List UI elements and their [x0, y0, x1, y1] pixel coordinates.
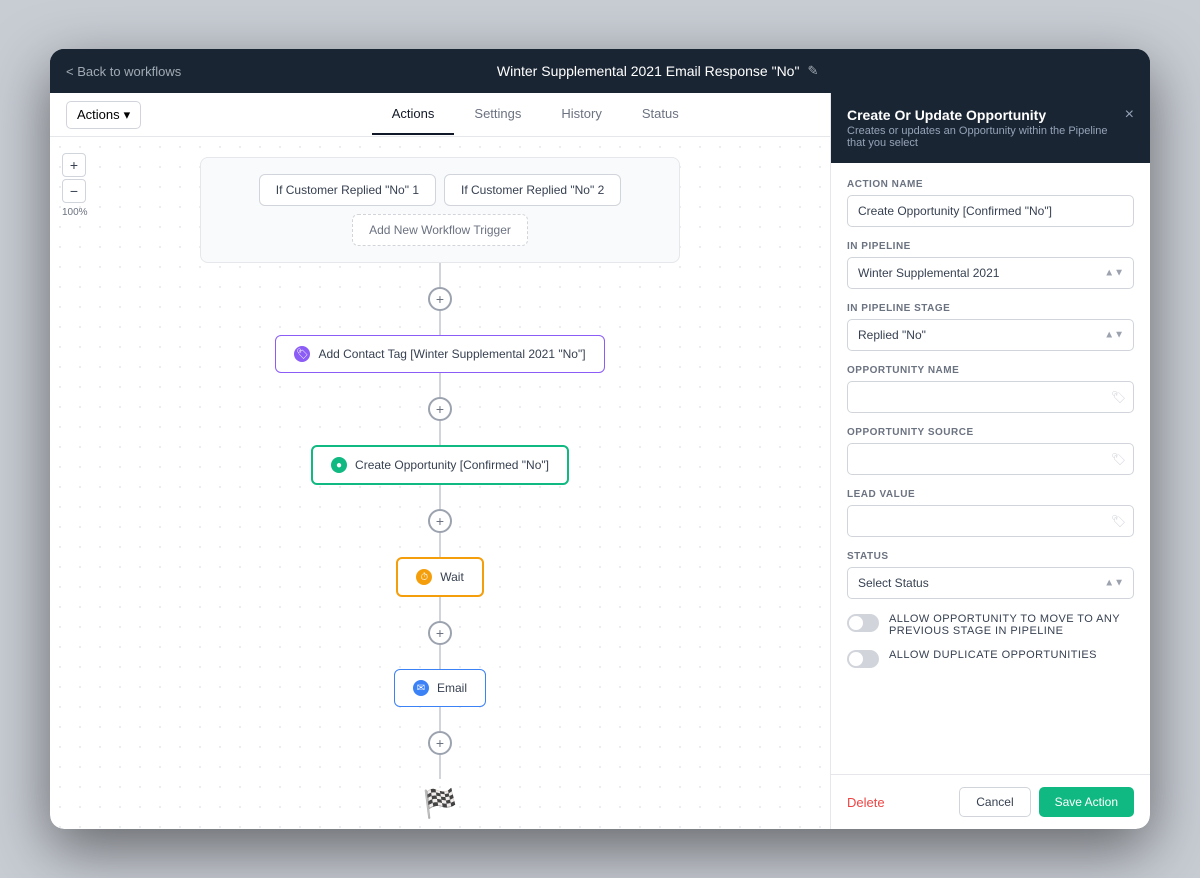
action-name-label: ACTION NAME [847, 179, 1134, 190]
opportunity-name-tag-icon: 🏷 [1111, 390, 1126, 404]
workflow-nodes: If Customer Replied "No" 1 If Customer R… [50, 157, 830, 820]
in-pipeline-select-wrapper: Winter Supplemental 2021 ▲▼ [847, 257, 1134, 289]
opportunity-name-input[interactable] [847, 381, 1134, 413]
add-step-button-5[interactable]: + [428, 731, 452, 755]
opportunity-action-node[interactable]: ● Create Opportunity [Confirmed "No"] [311, 445, 569, 485]
cancel-button[interactable]: Cancel [959, 787, 1030, 817]
in-pipeline-field-group: IN PIPELINE Winter Supplemental 2021 ▲▼ [847, 241, 1134, 289]
connector-6 [439, 533, 441, 557]
toggle-previous-stage-label: ALLOW OPPORTUNITY TO MOVE TO ANY PREVIOU… [889, 613, 1134, 637]
panel-close-button[interactable]: × [1125, 107, 1134, 123]
email-node-label: Email [437, 681, 467, 695]
connector-8 [439, 645, 441, 669]
trigger-node-2[interactable]: If Customer Replied "No" 2 [444, 174, 621, 206]
trigger-row: If Customer Replied "No" 1 If Customer R… [259, 174, 622, 206]
right-panel: Create Or Update Opportunity Creates or … [830, 93, 1150, 829]
email-node-icon: ✉ [413, 680, 429, 696]
status-select-wrapper: Select Status ▲▼ [847, 567, 1134, 599]
edit-title-icon[interactable]: ✎ [807, 63, 818, 79]
zoom-out-button[interactable]: − [62, 179, 86, 203]
connector-2 [439, 311, 441, 335]
wait-node-label: Wait [440, 570, 464, 584]
zoom-in-button[interactable]: + [62, 153, 86, 177]
connector-9 [439, 707, 441, 731]
status-field-group: STATUS Select Status ▲▼ [847, 551, 1134, 599]
zoom-level-label: 100% [62, 207, 88, 218]
tab-history[interactable]: History [541, 94, 621, 135]
opportunity-source-label: OPPORTUNITY SOURCE [847, 427, 1134, 438]
main-area: Actions ▾ Actions Settings History Statu… [50, 93, 1150, 829]
status-label: STATUS [847, 551, 1134, 562]
trigger-area: If Customer Replied "No" 1 If Customer R… [200, 157, 680, 263]
canvas-scroll: If Customer Replied "No" 1 If Customer R… [50, 137, 830, 829]
opportunity-name-label: OPPORTUNITY NAME [847, 365, 1134, 376]
delete-button[interactable]: Delete [847, 795, 885, 810]
tag-node-label: Add Contact Tag [Winter Supplemental 202… [318, 347, 585, 361]
email-action-node[interactable]: ✉ Email [394, 669, 486, 707]
add-step-button-3[interactable]: + [428, 509, 452, 533]
in-pipeline-select[interactable]: Winter Supplemental 2021 [847, 257, 1134, 289]
tabs-bar: Actions ▾ Actions Settings History Statu… [50, 93, 830, 137]
connector-4 [439, 421, 441, 445]
panel-subtitle: Creates or updates an Opportunity within… [847, 125, 1125, 149]
toggle-duplicate[interactable] [847, 650, 879, 668]
opportunity-name-field-group: OPPORTUNITY NAME 🏷 [847, 365, 1134, 413]
in-pipeline-stage-field-group: IN PIPELINE STAGE Replied "No" ▲▼ [847, 303, 1134, 351]
trigger-node-1[interactable]: If Customer Replied "No" 1 [259, 174, 436, 206]
connector-1 [439, 263, 441, 287]
back-to-workflows-link[interactable]: < Back to workflows [66, 64, 181, 79]
lead-value-input-wrapper: 🏷 [847, 505, 1134, 537]
tag-node-icon: 🏷 [294, 346, 310, 362]
lead-value-field-group: LEAD VALUE 🏷 [847, 489, 1134, 537]
tag-action-node[interactable]: 🏷 Add Contact Tag [Winter Supplemental 2… [275, 335, 604, 373]
footer-right-buttons: Cancel Save Action [959, 787, 1134, 817]
opportunity-source-input[interactable] [847, 443, 1134, 475]
action-name-input[interactable] [847, 195, 1134, 227]
in-pipeline-stage-select-wrapper: Replied "No" ▲▼ [847, 319, 1134, 351]
panel-footer: Delete Cancel Save Action [831, 774, 1150, 829]
save-action-button[interactable]: Save Action [1039, 787, 1134, 817]
lead-value-label: LEAD VALUE [847, 489, 1134, 500]
toggle-duplicate-row: ALLOW DUPLICATE OPPORTUNITIES [847, 649, 1134, 668]
panel-body: ACTION NAME IN PIPELINE Winter Supplemen… [831, 163, 1150, 774]
workflow-title: Winter Supplemental 2021 Email Response … [181, 63, 1134, 79]
connector-10 [439, 755, 441, 779]
add-trigger-button[interactable]: Add New Workflow Trigger [352, 214, 528, 246]
add-step-button-4[interactable]: + [428, 621, 452, 645]
panel-header: Create Or Update Opportunity Creates or … [831, 93, 1150, 163]
status-select[interactable]: Select Status [847, 567, 1134, 599]
toggle-duplicate-label: ALLOW DUPLICATE OPPORTUNITIES [889, 649, 1097, 661]
canvas-area: Actions ▾ Actions Settings History Statu… [50, 93, 830, 829]
in-pipeline-stage-select[interactable]: Replied "No" [847, 319, 1134, 351]
opportunity-source-field-group: OPPORTUNITY SOURCE 🏷 [847, 427, 1134, 475]
wait-action-node[interactable]: ⏱ Wait [396, 557, 484, 597]
tab-actions[interactable]: Actions [372, 94, 455, 135]
lead-value-tag-icon: 🏷 [1111, 514, 1126, 528]
tab-status[interactable]: Status [622, 94, 699, 135]
tab-settings[interactable]: Settings [454, 94, 541, 135]
finish-flag: 🏁 [423, 787, 458, 820]
action-name-field-group: ACTION NAME [847, 179, 1134, 227]
in-pipeline-stage-label: IN PIPELINE STAGE [847, 303, 1134, 314]
top-bar: < Back to workflows Winter Supplemental … [50, 49, 1150, 93]
tabs-nav: Actions Settings History Status [372, 94, 699, 135]
connector-5 [439, 485, 441, 509]
toggle-previous-stage-row: ALLOW OPPORTUNITY TO MOVE TO ANY PREVIOU… [847, 613, 1134, 637]
lead-value-input[interactable] [847, 505, 1134, 537]
zoom-controls: + − 100% [62, 153, 88, 218]
wait-node-icon: ⏱ [416, 569, 432, 585]
opportunity-source-tag-icon: 🏷 [1111, 452, 1126, 466]
opportunity-node-icon: ● [331, 457, 347, 473]
opportunity-source-input-wrapper: 🏷 [847, 443, 1134, 475]
opportunity-name-input-wrapper: 🏷 [847, 381, 1134, 413]
opportunity-node-label: Create Opportunity [Confirmed "No"] [355, 458, 549, 472]
toggle-previous-stage[interactable] [847, 614, 879, 632]
add-step-button-1[interactable]: + [428, 287, 452, 311]
add-step-button-2[interactable]: + [428, 397, 452, 421]
connector-7 [439, 597, 441, 621]
in-pipeline-label: IN PIPELINE [847, 241, 1134, 252]
panel-title: Create Or Update Opportunity [847, 107, 1125, 123]
actions-dropdown-button[interactable]: Actions ▾ [66, 101, 141, 129]
connector-3 [439, 373, 441, 397]
